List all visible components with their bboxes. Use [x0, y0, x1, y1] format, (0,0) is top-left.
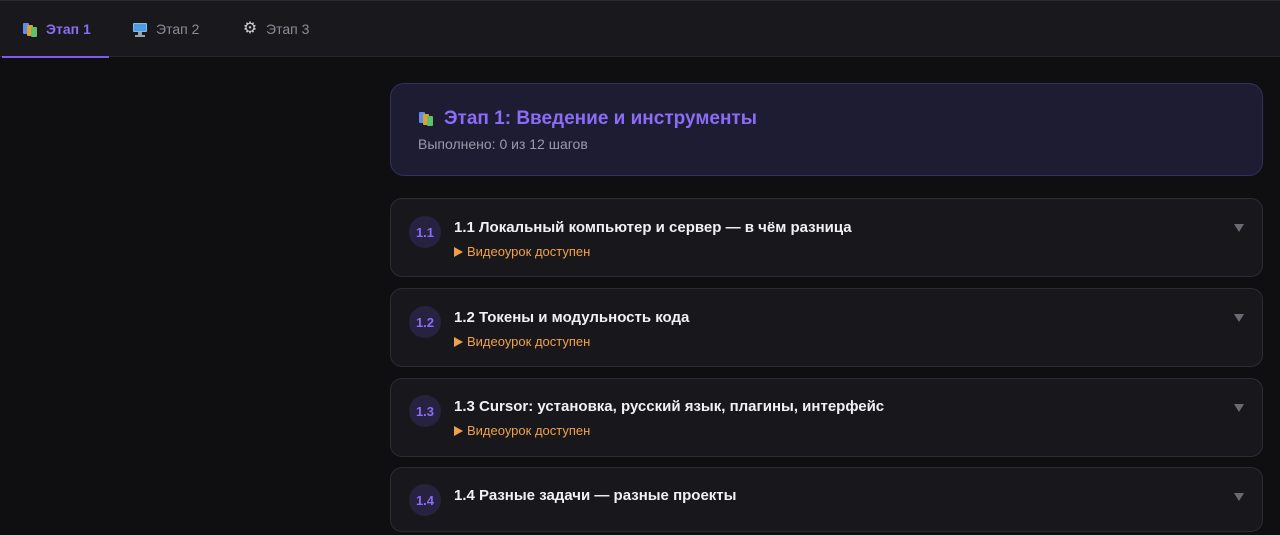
play-icon: [454, 246, 463, 257]
chevron-down-icon[interactable]: [1234, 224, 1244, 232]
tab-label: Этап 2: [156, 21, 200, 37]
stage-title-text: Этап 1: Введение и инструменты: [444, 108, 757, 129]
lesson-number-badge: 1.4: [409, 484, 441, 516]
books-icon: [22, 21, 38, 37]
stage-progress: Выполнено: 0 из 12 шагов: [418, 136, 588, 152]
gear-icon: ⚙: [242, 20, 258, 37]
lesson-item-1-2[interactable]: 1.2 1.2 Токены и модульность кода Видеоу…: [390, 288, 1263, 367]
lesson-number-badge: 1.1: [409, 216, 441, 248]
stage-title: Этап 1: Введение и инструменты: [418, 108, 757, 130]
video-label-text: Видеоурок доступен: [467, 334, 591, 349]
play-icon: [454, 336, 463, 347]
lesson-item-1-1[interactable]: 1.1 1.1 Локальный компьютер и сервер — в…: [390, 198, 1263, 277]
lesson-title: 1.4 Разные задачи — разные проекты: [454, 487, 737, 504]
video-available-label[interactable]: Видеоурок доступен: [454, 423, 590, 438]
video-available-label[interactable]: Видеоурок доступен: [454, 244, 590, 259]
chevron-down-icon[interactable]: [1234, 314, 1244, 322]
tab-stage-2[interactable]: Этап 2: [132, 1, 222, 57]
lesson-item-1-3[interactable]: 1.3 1.3 Cursor: установка, русский язык,…: [390, 378, 1263, 457]
video-label-text: Видеоурок доступен: [467, 423, 591, 438]
play-icon: [454, 425, 463, 436]
tab-label: Этап 1: [46, 21, 91, 37]
lesson-title: 1.1 Локальный компьютер и сервер — в чём…: [454, 219, 852, 236]
video-label-text: Видеоурок доступен: [467, 244, 591, 259]
lesson-item-1-4[interactable]: 1.4 1.4 Разные задачи — разные проекты: [390, 467, 1263, 532]
tab-stage-3[interactable]: ⚙ Этап 3: [242, 1, 332, 57]
tab-label: Этап 3: [266, 21, 310, 37]
page: Этап 1 Этап 2 ⚙ Этап 3 Этап 1: Введение …: [0, 0, 1280, 535]
stage-header: Этап 1: Введение и инструменты Выполнено…: [390, 83, 1263, 176]
tab-stage-1[interactable]: Этап 1: [2, 1, 109, 58]
video-available-label[interactable]: Видеоурок доступен: [454, 334, 590, 349]
chevron-down-icon[interactable]: [1234, 404, 1244, 412]
lesson-title: 1.2 Токены и модульность кода: [454, 309, 690, 326]
monitor-icon: [132, 21, 148, 37]
chevron-down-icon[interactable]: [1234, 493, 1244, 501]
lesson-number-badge: 1.2: [409, 306, 441, 338]
books-icon: [418, 110, 436, 128]
stage-tabs: Этап 1 Этап 2 ⚙ Этап 3: [0, 0, 1280, 58]
lesson-title: 1.3 Cursor: установка, русский язык, пла…: [454, 398, 885, 415]
lesson-number-badge: 1.3: [409, 395, 441, 427]
